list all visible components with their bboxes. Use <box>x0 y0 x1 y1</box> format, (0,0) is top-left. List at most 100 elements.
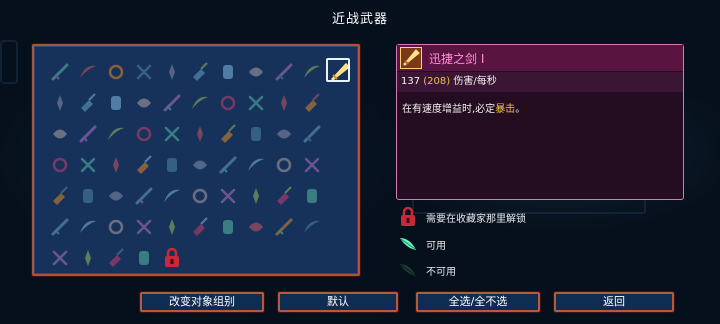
green-blade-icon[interactable] <box>186 56 214 87</box>
spear-icon[interactable] <box>158 87 186 118</box>
staff-icon[interactable] <box>270 149 298 180</box>
desc-prefix: 在有速度增益时,必定 <box>402 104 496 115</box>
horn-icon[interactable] <box>214 149 242 180</box>
bow-blade-icon[interactable] <box>130 242 158 273</box>
dark-leaf-blade-icon <box>398 260 418 280</box>
chest-icon[interactable] <box>46 242 74 273</box>
blade-icon[interactable] <box>74 118 102 149</box>
bell-icon[interactable] <box>102 118 130 149</box>
curved-sword-icon[interactable] <box>102 56 130 87</box>
select-all-button[interactable]: 全选/全不选 <box>416 292 540 312</box>
claw-icon[interactable] <box>130 87 158 118</box>
crescent-icon[interactable] <box>46 211 74 242</box>
weapon-detail-panel: 迅捷之剑 I 137 (208) 伤害/每秒 在有速度增益时,必定暴击。 <box>396 44 684 200</box>
dps-boosted: (208) <box>423 76 451 87</box>
thin-blade-icon[interactable] <box>74 242 102 273</box>
desc-suffix: 。 <box>515 104 526 115</box>
purple-sickle-icon[interactable] <box>158 118 186 149</box>
flask-icon[interactable] <box>46 180 74 211</box>
dps-value: 137 <box>401 76 421 87</box>
boomerang-icon[interactable] <box>298 149 326 180</box>
empty-slot <box>326 180 354 211</box>
orb-icon[interactable] <box>186 118 214 149</box>
screen-title: 近战武器 <box>331 12 388 27</box>
bomb-icon[interactable] <box>158 149 186 180</box>
wand-icon[interactable] <box>186 180 214 211</box>
gear-icon[interactable] <box>102 149 130 180</box>
back-button[interactable]: 返回 <box>554 292 674 312</box>
broad-blade-icon[interactable] <box>214 87 242 118</box>
lantern-icon[interactable] <box>130 149 158 180</box>
green-leaf-blade-icon <box>398 234 418 254</box>
ring-blade-icon[interactable] <box>242 211 270 242</box>
legend-available: 可用 <box>398 234 446 254</box>
rapier-icon[interactable] <box>242 118 270 149</box>
hammer-icon[interactable] <box>102 87 130 118</box>
twin-daggers-icon[interactable] <box>242 56 270 87</box>
legend-locked: 需要在收藏家那里解锁 <box>398 207 526 227</box>
mallet-icon[interactable] <box>186 211 214 242</box>
legend-available-label: 可用 <box>426 240 446 252</box>
desc-highlight: 暴击 <box>495 104 516 115</box>
legend-unavailable-label: 不可用 <box>426 266 456 278</box>
weapon-grid-panel <box>32 44 360 276</box>
nunchaku-icon[interactable] <box>270 211 298 242</box>
feather-blade-icon[interactable] <box>298 56 326 87</box>
weapon-description: 在有速度增益时,必定暴击。 <box>402 100 525 115</box>
golden-sword-icon <box>400 47 422 69</box>
boot-icon[interactable] <box>298 87 326 118</box>
longsword-icon[interactable] <box>298 211 326 242</box>
background-frame-left <box>0 40 18 84</box>
shovel-icon[interactable] <box>214 56 242 87</box>
purple-scythe-icon[interactable] <box>270 87 298 118</box>
chain-icon[interactable] <box>130 118 158 149</box>
leaf-blade-icon[interactable] <box>46 56 74 87</box>
trident-icon[interactable] <box>242 180 270 211</box>
weapon-dps: 137 (208) 伤害/每秒 <box>397 72 683 92</box>
torch-icon[interactable] <box>186 149 214 180</box>
gauntlet-icon[interactable] <box>270 118 298 149</box>
glove-icon[interactable] <box>46 118 74 149</box>
shield-icon[interactable] <box>74 211 102 242</box>
golden-sword-icon[interactable] <box>326 56 354 87</box>
crossed-blades-icon[interactable] <box>130 180 158 211</box>
spiked-sword-icon[interactable] <box>158 180 186 211</box>
red-lock-icon[interactable] <box>158 242 186 273</box>
knife-icon[interactable] <box>74 56 102 87</box>
change-group-button[interactable]: 改变对象组别 <box>140 292 264 312</box>
great-sword-icon[interactable] <box>102 211 130 242</box>
sickle-icon[interactable] <box>130 56 158 87</box>
cleaver-icon[interactable] <box>214 118 242 149</box>
bat-icon[interactable] <box>214 211 242 242</box>
whip-icon[interactable] <box>242 87 270 118</box>
twin-sabres-icon[interactable] <box>130 211 158 242</box>
shuriken-icon[interactable] <box>298 118 326 149</box>
empty-slot <box>326 211 354 242</box>
empty-slot <box>326 149 354 180</box>
detail-header: 迅捷之剑 I <box>397 45 683 71</box>
bone-icon[interactable] <box>214 180 242 211</box>
ring-icon[interactable] <box>74 149 102 180</box>
axe-icon[interactable] <box>46 87 74 118</box>
empty-slot <box>326 118 354 149</box>
empty-slot <box>326 87 354 118</box>
dps-unit: 伤害/每秒 <box>453 76 497 87</box>
mace-icon[interactable] <box>74 180 102 211</box>
whip-blade-icon[interactable] <box>102 242 130 273</box>
hook-blade-icon[interactable] <box>270 180 298 211</box>
sword-icon[interactable] <box>186 87 214 118</box>
red-lock-icon <box>398 207 418 227</box>
broadsword-icon[interactable] <box>298 180 326 211</box>
legend-unavailable: 不可用 <box>398 260 456 280</box>
scythe-icon[interactable] <box>74 87 102 118</box>
club-icon[interactable] <box>102 180 130 211</box>
cross-swords-icon[interactable] <box>158 56 186 87</box>
hook-icon[interactable] <box>46 149 74 180</box>
legend-locked-label: 需要在收藏家那里解锁 <box>426 213 526 225</box>
default-button[interactable]: 默认 <box>278 292 398 312</box>
rod-icon[interactable] <box>242 149 270 180</box>
weapon-grid <box>46 56 354 273</box>
dagger-icon[interactable] <box>270 56 298 87</box>
pickaxe-icon[interactable] <box>158 211 186 242</box>
weapon-name: 迅捷之剑 I <box>429 52 485 66</box>
